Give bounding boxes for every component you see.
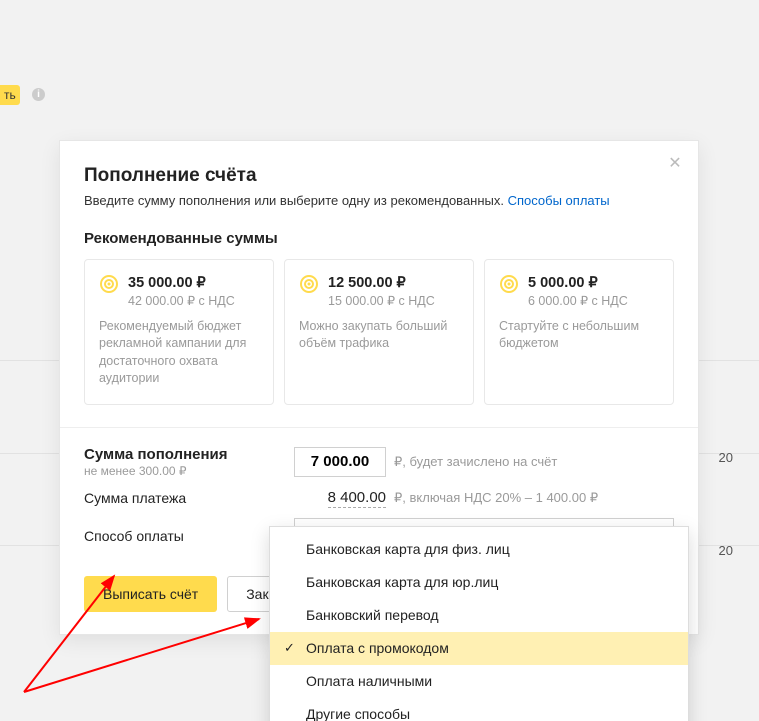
card-vat: 6 000.00 ₽ с НДС — [528, 293, 628, 308]
dd-item-promo[interactable]: Оплата с промокодом — [270, 632, 688, 665]
issue-invoice-button[interactable]: Выписать счёт — [84, 576, 217, 612]
amount-card-0[interactable]: 35 000.00 ₽ 42 000.00 ₽ с НДС Рекомендуе… — [84, 259, 274, 405]
bg-number: 20 — [719, 543, 733, 558]
card-vat: 15 000.00 ₽ с НДС — [328, 293, 435, 308]
card-amount: 12 500.00 ₽ — [328, 274, 435, 293]
dd-item-other[interactable]: Другие способы — [270, 698, 688, 721]
card-desc: Можно закупать больший объём трафика — [299, 318, 459, 353]
payment-label: Сумма платежа — [84, 490, 294, 506]
topup-label: Сумма пополнения — [84, 446, 294, 463]
topup-note: ₽, будет зачислено на счёт — [394, 454, 674, 470]
close-icon[interactable]: ✕ — [666, 155, 684, 173]
modal-title: Пополнение счёта — [84, 165, 674, 187]
method-label: Способ оплаты — [84, 528, 294, 544]
target-icon — [499, 274, 519, 294]
card-amount: 35 000.00 ₽ — [128, 274, 235, 293]
payment-method-dropdown: Банковская карта для физ. лиц Банковская… — [269, 526, 689, 721]
card-desc: Рекомендуемый бюджет рекламной кампании … — [99, 318, 259, 388]
info-icon: i — [32, 88, 45, 101]
card-amount: 5 000.00 ₽ — [528, 274, 628, 293]
topup-amount-input[interactable] — [294, 447, 386, 477]
card-vat: 42 000.00 ₽ с НДС — [128, 293, 235, 308]
modal-subtitle: Введите сумму пополнения или выберите од… — [84, 193, 674, 208]
target-icon — [99, 274, 119, 294]
target-icon — [299, 274, 319, 294]
recommended-title: Рекомендованные суммы — [84, 230, 674, 247]
payment-amount: 8 400.00 — [328, 488, 386, 508]
bg-tag-partial: ть — [0, 85, 20, 105]
topup-min: не менее 300.00 ₽ — [84, 464, 294, 478]
dd-item-card-individual[interactable]: Банковская карта для физ. лиц — [270, 533, 688, 566]
recommended-cards: 35 000.00 ₽ 42 000.00 ₽ с НДС Рекомендуе… — [84, 259, 674, 405]
bg-number: 20 — [719, 450, 733, 465]
payment-note: ₽, включая НДС 20% – 1 400.00 ₽ — [394, 490, 674, 506]
dd-item-cash[interactable]: Оплата наличными — [270, 665, 688, 698]
dd-item-bank-transfer[interactable]: Банковский перевод — [270, 599, 688, 632]
amount-card-2[interactable]: 5 000.00 ₽ 6 000.00 ₽ с НДС Стартуйте с … — [484, 259, 674, 405]
card-desc: Стартуйте с небольшим бюджетом — [499, 318, 659, 353]
payment-methods-link[interactable]: Способы оплаты — [508, 193, 610, 208]
dd-item-card-legal[interactable]: Банковская карта для юр.лиц — [270, 566, 688, 599]
amount-card-1[interactable]: 12 500.00 ₽ 15 000.00 ₽ с НДС Можно заку… — [284, 259, 474, 405]
